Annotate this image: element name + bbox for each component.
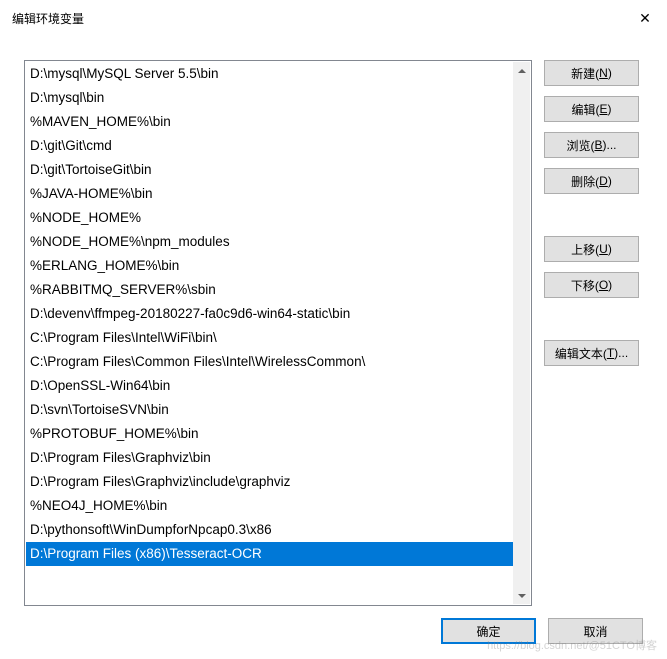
list-item[interactable]: D:\OpenSSL-Win64\bin: [26, 374, 530, 398]
move-down-button[interactable]: 下移(O): [544, 272, 639, 298]
list-item[interactable]: D:\devenv\ffmpeg-20180227-fa0c9d6-win64-…: [26, 302, 530, 326]
edit-button[interactable]: 编辑(E): [544, 96, 639, 122]
scroll-up-icon[interactable]: [513, 62, 530, 79]
list-item[interactable]: D:\svn\TortoiseSVN\bin: [26, 398, 530, 422]
list-item[interactable]: %ERLANG_HOME%\bin: [26, 254, 530, 278]
list-item[interactable]: D:\mysql\bin: [26, 86, 530, 110]
list-item[interactable]: %JAVA-HOME%\bin: [26, 182, 530, 206]
path-listbox[interactable]: D:\mysql\MySQL Server 5.5\binD:\mysql\bi…: [24, 60, 532, 606]
edit-text-button[interactable]: 编辑文本(T)...: [544, 340, 639, 366]
ok-button[interactable]: 确定: [441, 618, 536, 644]
delete-button[interactable]: 删除(D): [544, 168, 639, 194]
list-item[interactable]: %NEO4J_HOME%\bin: [26, 494, 530, 518]
bottom-bar: 确定 取消: [0, 606, 667, 644]
list-item[interactable]: %NODE_HOME%: [26, 206, 530, 230]
side-button-column: 新建(N) 编辑(E) 浏览(B)... 删除(D) 上移(U) 下移(O) 编…: [544, 60, 639, 606]
list-item[interactable]: D:\git\Git\cmd: [26, 134, 530, 158]
titlebar: 编辑环境变量 ✕: [0, 0, 667, 36]
list-item[interactable]: D:\git\TortoiseGit\bin: [26, 158, 530, 182]
list-item[interactable]: D:\Program Files (x86)\Tesseract-OCR: [26, 542, 530, 566]
move-up-button[interactable]: 上移(U): [544, 236, 639, 262]
cancel-button[interactable]: 取消: [548, 618, 643, 644]
list-item[interactable]: D:\pythonsoft\WinDumpforNpcap0.3\x86: [26, 518, 530, 542]
list-item[interactable]: %RABBITMQ_SERVER%\sbin: [26, 278, 530, 302]
list-item[interactable]: D:\Program Files\Graphviz\include\graphv…: [26, 470, 530, 494]
browse-button[interactable]: 浏览(B)...: [544, 132, 639, 158]
new-button[interactable]: 新建(N): [544, 60, 639, 86]
content-area: D:\mysql\MySQL Server 5.5\binD:\mysql\bi…: [0, 36, 667, 606]
close-icon[interactable]: ✕: [635, 10, 655, 27]
window-title: 编辑环境变量: [12, 10, 84, 27]
list-item[interactable]: %PROTOBUF_HOME%\bin: [26, 422, 530, 446]
scroll-down-icon[interactable]: [513, 587, 530, 604]
list-item[interactable]: %MAVEN_HOME%\bin: [26, 110, 530, 134]
list-item[interactable]: C:\Program Files\Intel\WiFi\bin\: [26, 326, 530, 350]
scrollbar[interactable]: [513, 62, 530, 604]
list-item[interactable]: D:\Program Files\Graphviz\bin: [26, 446, 530, 470]
list-item[interactable]: C:\Program Files\Common Files\Intel\Wire…: [26, 350, 530, 374]
list-item[interactable]: %NODE_HOME%\npm_modules: [26, 230, 530, 254]
list-item[interactable]: D:\mysql\MySQL Server 5.5\bin: [26, 62, 530, 86]
